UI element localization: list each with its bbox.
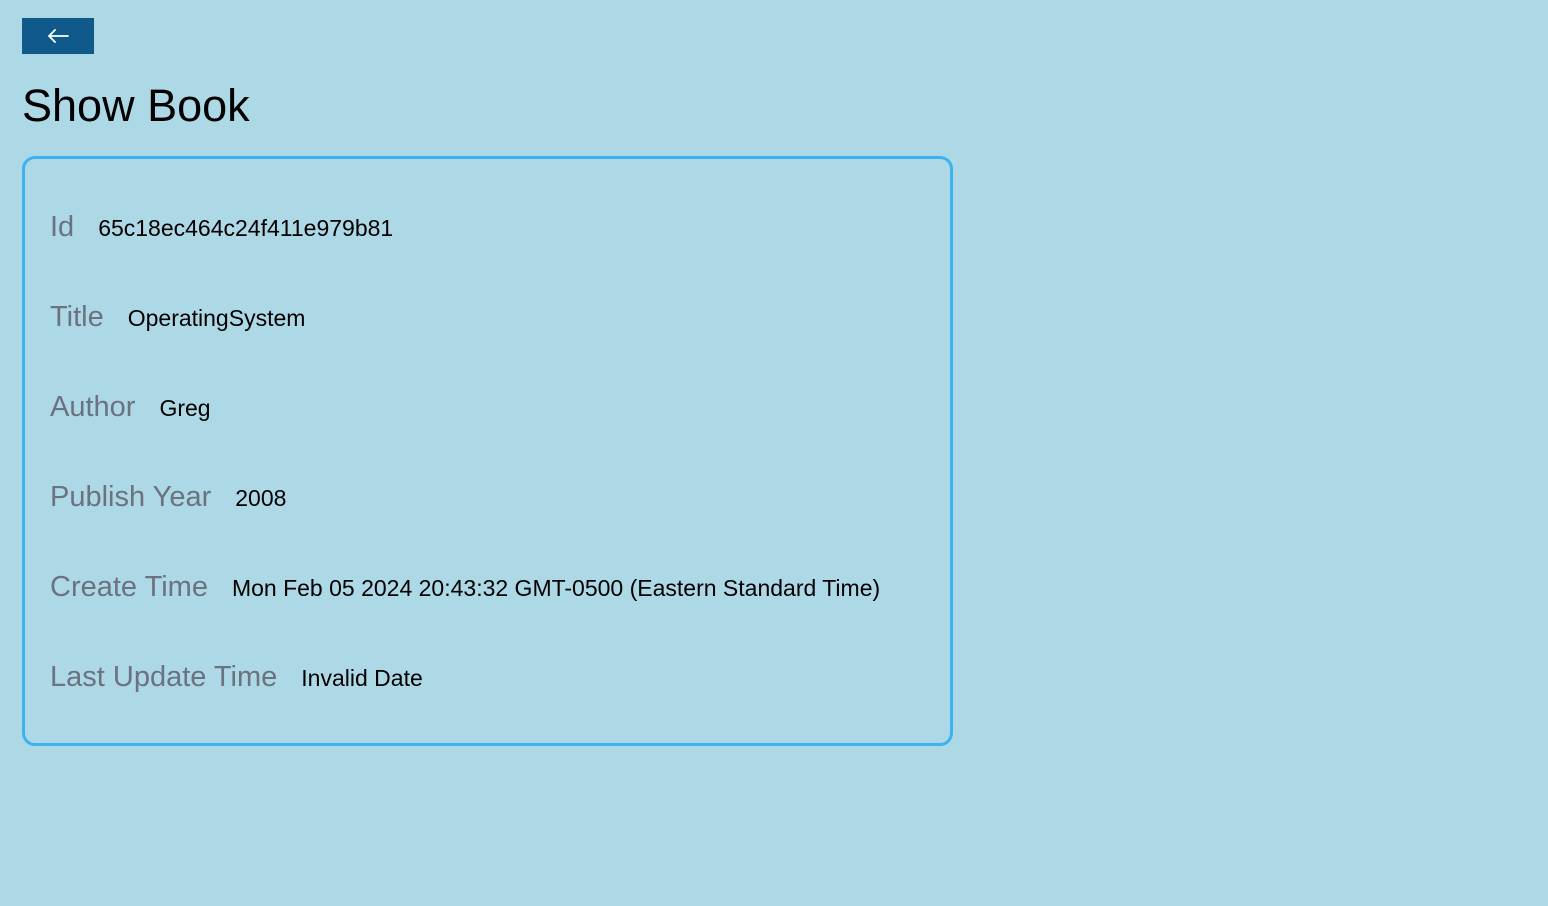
- field-create-time: Create Time Mon Feb 05 2024 20:43:32 GMT…: [50, 571, 880, 604]
- field-publish-year: Publish Year 2008: [50, 481, 286, 514]
- field-value-id: 65c18ec464c24f411e979b81: [98, 215, 394, 241]
- arrow-left-icon: [47, 29, 69, 43]
- back-button[interactable]: [22, 18, 94, 54]
- field-label-publish-year: Publish Year: [50, 481, 212, 513]
- field-value-create-time: Mon Feb 05 2024 20:43:32 GMT-0500 (Easte…: [231, 575, 881, 601]
- field-value-publish-year: 2008: [235, 485, 287, 511]
- field-id: Id 65c18ec464c24f411e979b81: [50, 211, 393, 244]
- field-label-last-update-time: Last Update Time: [50, 661, 278, 693]
- field-last-update-time: Last Update Time Invalid Date: [50, 661, 423, 694]
- page-title: Show Book: [22, 80, 250, 131]
- field-label-id: Id: [50, 211, 75, 243]
- book-details-card: Id 65c18ec464c24f411e979b81 Title Operat…: [22, 156, 953, 746]
- field-value-last-update-time: Invalid Date: [301, 665, 423, 691]
- field-label-author: Author: [50, 391, 136, 423]
- field-value-title: OperatingSystem: [127, 305, 306, 331]
- field-label-title: Title: [50, 301, 104, 333]
- field-value-author: Greg: [159, 395, 211, 421]
- field-title: Title OperatingSystem: [50, 301, 305, 334]
- field-author: Author Greg: [50, 391, 211, 424]
- field-label-create-time: Create Time: [50, 571, 208, 603]
